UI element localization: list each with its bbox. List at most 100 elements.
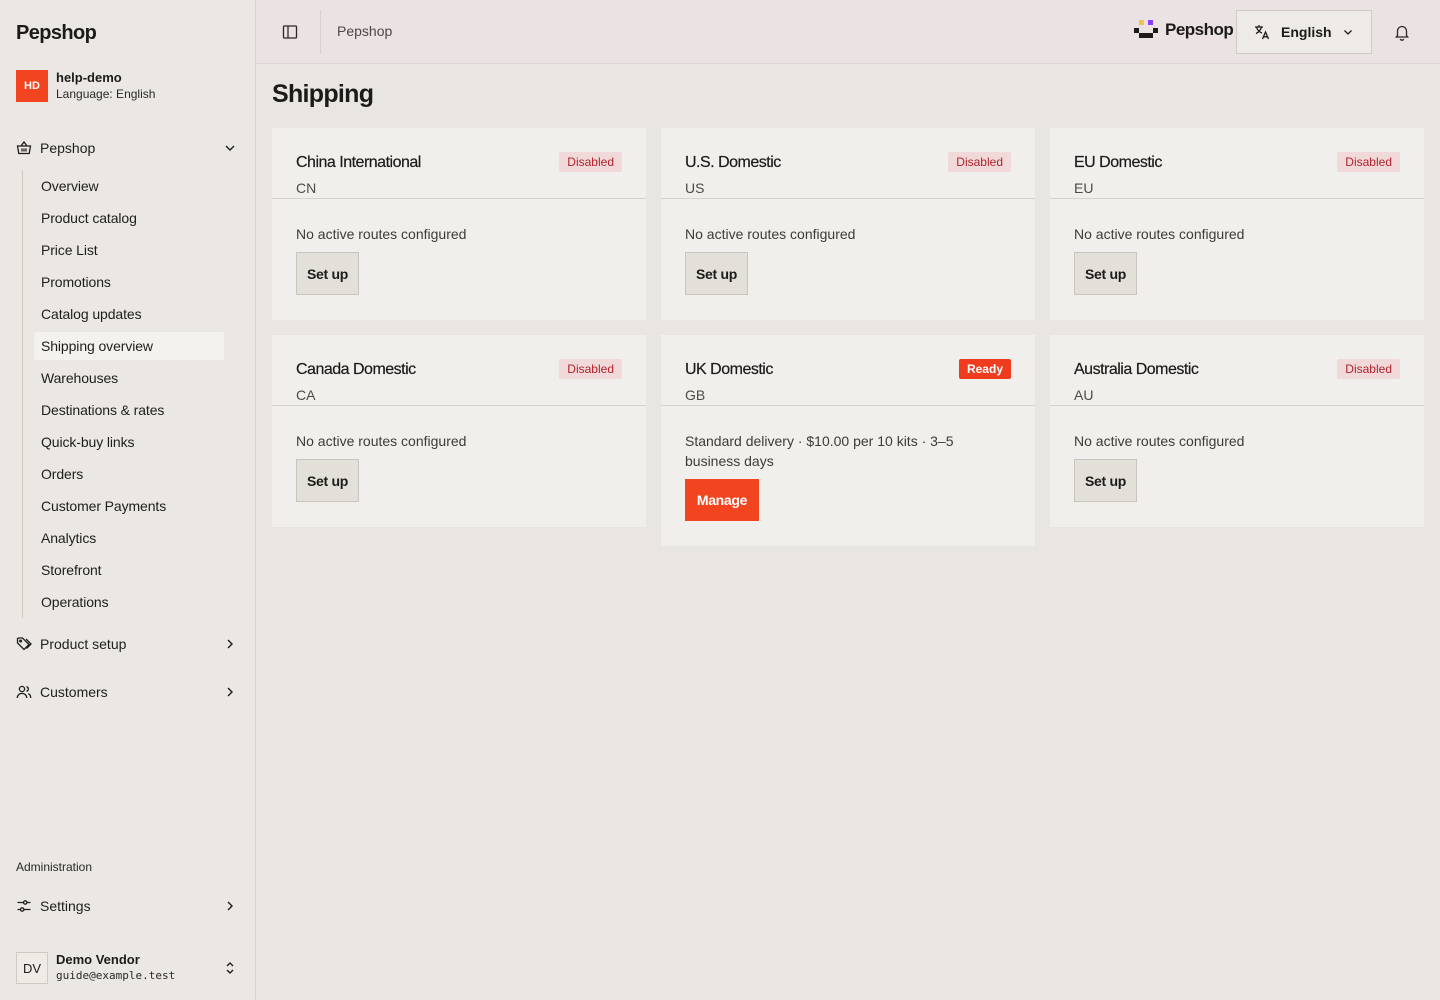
chevron-right-icon [222, 636, 238, 652]
store-brand-name: Pepshop [1165, 20, 1234, 39]
shipping-card-au: Australia Domestic AU Disabled No active… [1050, 335, 1424, 527]
setup-button[interactable]: Set up [296, 252, 359, 295]
card-title: Australia Domestic [1074, 361, 1199, 378]
card-header: EU Domestic EU Disabled [1050, 128, 1424, 199]
tag-icon [16, 636, 32, 652]
subnav-pepshop: Overview Product catalog Price List Prom… [22, 170, 224, 618]
shipping-card-cn: China International CN Disabled No activ… [272, 128, 646, 320]
sidebar-item-product-catalog[interactable]: Product catalog [34, 204, 224, 232]
nav-group-label: Pepshop [40, 140, 96, 156]
sidebar-item-overview[interactable]: Overview [34, 172, 224, 200]
card-region-code: GB [685, 387, 706, 403]
card-header: China International CN Disabled [272, 128, 646, 199]
user-email: guide@example.test [56, 969, 176, 982]
setup-button[interactable]: Set up [1074, 459, 1137, 502]
page-title: Shipping [272, 80, 374, 108]
nav-group-customers[interactable]: Customers [16, 680, 240, 704]
card-header: UK Domestic GB Ready [661, 335, 1035, 406]
card-header: Australia Domestic AU Disabled [1050, 335, 1424, 406]
card-region-code: CN [296, 180, 317, 196]
nav-group-label: Customers [40, 684, 108, 700]
sidebar-item-orders[interactable]: Orders [34, 460, 224, 488]
sidebar-brand: Pepshop [16, 22, 97, 44]
basket-icon [16, 140, 32, 156]
bell-icon [1392, 22, 1412, 42]
nav-group-pepshop[interactable]: Pepshop [16, 136, 240, 160]
section-label-administration: Administration [16, 860, 93, 874]
user-menu[interactable]: DV Demo Vendor guide@example.test [16, 952, 240, 984]
setup-button[interactable]: Set up [296, 459, 359, 502]
sidebar-item-price-list[interactable]: Price List [34, 236, 224, 264]
language-select[interactable]: English [1236, 10, 1372, 54]
chevron-down-icon [1341, 25, 1355, 39]
user-name: Demo Vendor [56, 952, 140, 967]
sidebar-item-shipping-overview[interactable]: Shipping overview [34, 332, 224, 360]
sidebar-item-analytics[interactable]: Analytics [34, 524, 224, 552]
sidebar: Pepshop HD help-demo Language: English P… [0, 0, 256, 1000]
language-value: English [1281, 24, 1332, 40]
divider [320, 10, 321, 54]
account-switcher[interactable]: HD help-demo Language: English [16, 70, 155, 102]
account-avatar: HD [16, 70, 48, 102]
breadcrumb[interactable]: Pepshop [337, 23, 392, 39]
chevron-down-icon [222, 140, 238, 156]
users-icon [16, 684, 32, 700]
card-region-code: AU [1074, 387, 1094, 403]
card-description: No active routes configured [1074, 226, 1245, 242]
shipping-card-us: U.S. Domestic US Disabled No active rout… [661, 128, 1035, 320]
setup-button[interactable]: Set up [1074, 252, 1137, 295]
nav-group-label: Product setup [40, 636, 127, 652]
chevrons-up-down-icon [222, 960, 238, 976]
store-brand: Pepshop [1134, 20, 1234, 40]
card-region-code: US [685, 180, 705, 196]
sidebar-item-customer-payments[interactable]: Customer Payments [34, 492, 224, 520]
status-badge: Disabled [948, 152, 1011, 172]
setup-button[interactable]: Set up [685, 252, 748, 295]
manage-button[interactable]: Manage [685, 479, 759, 521]
sidebar-item-warehouses[interactable]: Warehouses [34, 364, 224, 392]
card-description: No active routes configured [296, 433, 467, 449]
card-region-code: EU [1074, 180, 1094, 196]
sidebar-item-storefront[interactable]: Storefront [34, 556, 224, 584]
translate-icon [1253, 23, 1271, 41]
card-title: China International [296, 154, 422, 171]
chevron-right-icon [222, 684, 238, 700]
card-description: No active routes configured [685, 226, 856, 242]
status-badge: Disabled [1337, 152, 1400, 172]
sliders-icon [16, 898, 32, 914]
panel-left-icon [282, 24, 298, 40]
sidebar-item-promotions[interactable]: Promotions [34, 268, 224, 296]
sidebar-item-operations[interactable]: Operations [34, 588, 224, 616]
shipping-card-gb: UK Domestic GB Ready Standard delivery ·… [661, 335, 1035, 546]
card-description: No active routes configured [296, 226, 467, 242]
card-title: Canada Domestic [296, 361, 416, 378]
brand-logo-icon [1134, 20, 1158, 40]
card-header: Canada Domestic CA Disabled [272, 335, 646, 406]
sidebar-toggle-button[interactable] [280, 22, 300, 42]
card-title: EU Domestic [1074, 154, 1163, 171]
sidebar-item-quick-buy-links[interactable]: Quick-buy links [34, 428, 224, 456]
chevron-right-icon [222, 898, 238, 914]
card-title: U.S. Domestic [685, 154, 781, 171]
shipping-card-ca: Canada Domestic CA Disabled No active ro… [272, 335, 646, 527]
account-name: help-demo [56, 70, 122, 85]
card-description: No active routes configured [1074, 433, 1245, 449]
nav-group-settings[interactable]: Settings [16, 894, 240, 918]
status-badge: Disabled [559, 359, 622, 379]
notifications-button[interactable] [1392, 22, 1412, 42]
shipping-card-eu: EU Domestic EU Disabled No active routes… [1050, 128, 1424, 320]
card-header: U.S. Domestic US Disabled [661, 128, 1035, 199]
status-badge: Disabled [559, 152, 622, 172]
status-badge: Ready [958, 359, 1011, 379]
nav-group-product-setup[interactable]: Product setup [16, 632, 240, 656]
account-language: Language: English [56, 87, 156, 101]
user-avatar: DV [16, 952, 48, 984]
nav-group-label: Settings [40, 898, 91, 914]
card-title: UK Domestic [685, 361, 774, 378]
card-description: Standard delivery · $10.00 per 10 kits ·… [685, 433, 954, 469]
sidebar-item-destinations-rates[interactable]: Destinations & rates [34, 396, 224, 424]
status-badge: Disabled [1337, 359, 1400, 379]
card-region-code: CA [296, 387, 316, 403]
sidebar-item-catalog-updates[interactable]: Catalog updates [34, 300, 224, 328]
top-bar: Pepshop Pepshop English [256, 0, 1440, 64]
